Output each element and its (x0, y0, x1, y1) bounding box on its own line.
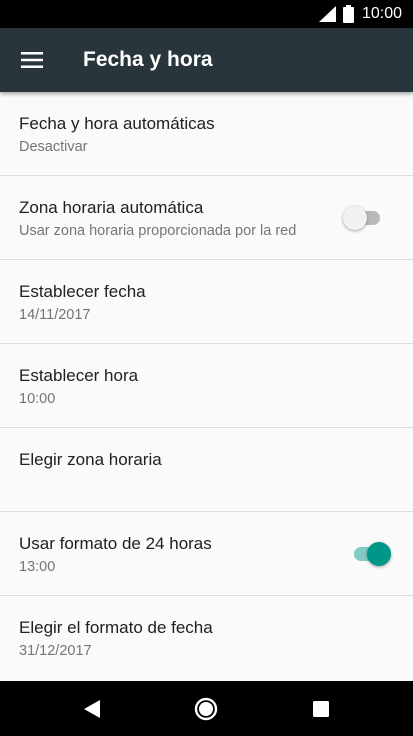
setting-set-date[interactable]: Establecer fecha 14/11/2017 (0, 260, 413, 344)
status-time: 10:00 (362, 5, 403, 22)
page-title: Fecha y hora (83, 48, 213, 71)
setting-label: Zona horaria automática (19, 198, 204, 217)
signal-icon (319, 6, 336, 22)
setting-choose-timezone[interactable]: Elegir zona horaria (0, 428, 413, 512)
toggle-thumb (367, 542, 391, 566)
setting-label: Elegir zona horaria (19, 450, 162, 469)
status-bar: 10:00 (0, 0, 413, 28)
home-icon (194, 697, 218, 721)
setting-auto-timezone[interactable]: Zona horaria automática Usar zona horari… (0, 176, 413, 260)
setting-label: Fecha y hora automáticas (19, 114, 215, 133)
setting-summary: 14/11/2017 (19, 307, 91, 323)
menu-button[interactable] (12, 40, 52, 80)
home-button[interactable] (186, 689, 226, 729)
recents-icon (313, 701, 329, 717)
back-button[interactable] (72, 689, 112, 729)
setting-label: Establecer fecha (19, 282, 146, 301)
navigation-bar (0, 681, 413, 736)
setting-summary: 13:00 (19, 559, 56, 575)
setting-label: Elegir el formato de fecha (19, 618, 213, 637)
back-icon (84, 700, 100, 718)
setting-summary: 10:00 (19, 391, 56, 407)
settings-list: Fecha y hora automáticas Desactivar Zona… (0, 92, 413, 681)
setting-use-24h[interactable]: Usar formato de 24 horas 13:00 (0, 512, 413, 596)
setting-auto-datetime[interactable]: Fecha y hora automáticas Desactivar (0, 92, 413, 176)
app-bar: Fecha y hora (0, 28, 413, 92)
auto-timezone-toggle[interactable] (343, 204, 383, 232)
toggle-thumb (343, 206, 367, 230)
hamburger-menu-icon (21, 52, 43, 68)
setting-summary: Usar zona horaria proporcionada por la r… (19, 223, 297, 239)
battery-icon (343, 5, 354, 23)
setting-summary: 31/12/2017 (19, 643, 92, 659)
setting-summary: Desactivar (19, 139, 88, 155)
setting-set-time[interactable]: Establecer hora 10:00 (0, 344, 413, 428)
use-24h-toggle[interactable] (351, 540, 391, 568)
setting-label: Usar formato de 24 horas (19, 534, 212, 553)
recents-button[interactable] (301, 689, 341, 729)
setting-label: Establecer hora (19, 366, 139, 385)
setting-date-format[interactable]: Elegir el formato de fecha 31/12/2017 (0, 596, 413, 680)
